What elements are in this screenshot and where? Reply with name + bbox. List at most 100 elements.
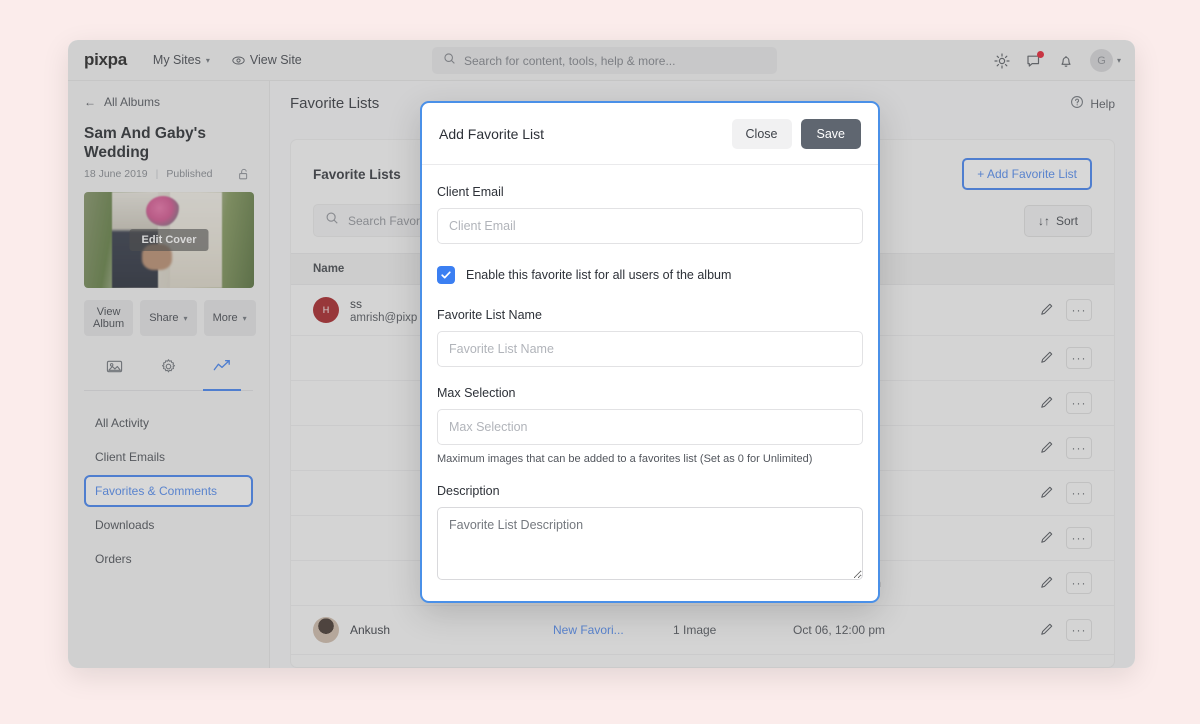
top-bar-actions: G ▾ bbox=[994, 40, 1121, 81]
page-title: Favorite Lists bbox=[290, 95, 380, 112]
more-button[interactable]: More ▾ bbox=[203, 300, 256, 337]
edit-pencil-icon[interactable] bbox=[1040, 350, 1054, 367]
back-to-all-albums[interactable]: ← All Albums bbox=[84, 95, 253, 109]
sidebar-item-all-activity[interactable]: All Activity bbox=[84, 407, 253, 439]
max-selection-input[interactable] bbox=[437, 409, 863, 445]
sidebar-item-label: Favorites & Comments bbox=[95, 484, 218, 499]
nav-my-sites-label: My Sites bbox=[152, 53, 201, 67]
client-email-input[interactable] bbox=[437, 208, 863, 244]
modal-body: Client Email Enable this favorite list f… bbox=[422, 165, 878, 601]
sidebar-item-label: All Activity bbox=[95, 416, 150, 431]
album-status: Published bbox=[166, 168, 213, 181]
row-actions: ··· bbox=[1026, 437, 1092, 460]
sort-label: Sort bbox=[1055, 213, 1078, 228]
description-group: Description bbox=[437, 484, 863, 585]
favorite-list-link[interactable]: New Favori... bbox=[553, 623, 624, 637]
edit-pencil-icon[interactable] bbox=[1040, 485, 1054, 502]
max-selection-label: Max Selection bbox=[437, 386, 516, 400]
user-email: amrish@pixp bbox=[350, 312, 418, 325]
avatar: H bbox=[313, 297, 339, 324]
row-more-button[interactable]: ··· bbox=[1066, 392, 1092, 415]
edit-pencil-icon[interactable] bbox=[1040, 530, 1054, 547]
cell-actions: ··· bbox=[1004, 470, 1114, 517]
view-album-button[interactable]: View Album bbox=[84, 300, 134, 337]
enable-for-all-users-row: Enable this favorite list for all users … bbox=[437, 266, 863, 284]
settings-tab[interactable] bbox=[150, 350, 187, 391]
table-row[interactable]: Ankush New Favori... 1 Image Oct 06, 12:… bbox=[291, 605, 1114, 656]
row-more-button[interactable]: ··· bbox=[1066, 482, 1092, 505]
sidebar-item-label: Client Emails bbox=[95, 450, 166, 465]
cover-bouquet bbox=[146, 196, 180, 227]
announcement-icon[interactable] bbox=[1026, 50, 1044, 69]
sun-icon[interactable] bbox=[994, 52, 1010, 69]
sidebar-item-label: Downloads bbox=[95, 518, 155, 533]
sort-arrows-icon: ↓↑ bbox=[1037, 213, 1050, 228]
row-actions: ··· bbox=[1026, 572, 1092, 595]
favorite-list-name-label: Favorite List Name bbox=[437, 308, 542, 322]
row-more-button[interactable]: ··· bbox=[1066, 619, 1092, 642]
analytics-tab[interactable] bbox=[203, 350, 241, 392]
edit-pencil-icon[interactable] bbox=[1040, 575, 1054, 592]
avatar bbox=[313, 617, 339, 644]
cell-name: Ankush bbox=[291, 605, 531, 656]
save-button[interactable]: Save bbox=[800, 118, 861, 149]
row-actions: ··· bbox=[1026, 347, 1092, 370]
global-search[interactable]: Search for content, tools, help & more..… bbox=[432, 47, 777, 74]
share-button[interactable]: Share ▾ bbox=[140, 300, 197, 337]
search-icon bbox=[443, 52, 456, 70]
help-button[interactable]: Help bbox=[1070, 95, 1115, 112]
sidebar-item-downloads[interactable]: Downloads bbox=[84, 509, 253, 541]
max-selection-group: Max Selection Maximum images that can be… bbox=[437, 386, 863, 465]
brand-logo[interactable]: pixpa bbox=[84, 50, 127, 70]
sidebar-item-orders[interactable]: Orders bbox=[84, 543, 253, 575]
panel-title: Favorite Lists bbox=[313, 166, 401, 182]
gear-icon bbox=[160, 359, 177, 379]
unlock-icon[interactable] bbox=[237, 167, 251, 184]
max-selection-hint: Maximum images that can be added to a fa… bbox=[437, 453, 813, 465]
enable-for-all-users-checkbox[interactable] bbox=[437, 266, 455, 284]
chevron-down-icon: ▾ bbox=[242, 313, 247, 323]
meta-separator: | bbox=[155, 168, 159, 181]
row-actions: ··· bbox=[1026, 619, 1092, 642]
row-actions: ··· bbox=[1026, 527, 1092, 550]
modal-actions: Close Save bbox=[731, 118, 861, 149]
edit-pencil-icon[interactable] bbox=[1040, 440, 1054, 457]
edit-cover-button[interactable]: Edit Cover bbox=[129, 229, 209, 252]
nav-my-sites[interactable]: My Sites ▾ bbox=[153, 53, 210, 67]
nav-view-site[interactable]: View Site bbox=[232, 53, 302, 67]
row-more-button[interactable]: ··· bbox=[1066, 347, 1092, 370]
share-label: Share bbox=[149, 312, 179, 325]
bell-icon[interactable] bbox=[1058, 53, 1074, 69]
favorite-list-name-input[interactable] bbox=[437, 331, 863, 367]
cell-date: Oct 06, 12:00 pm bbox=[771, 605, 1004, 656]
user-name: ss bbox=[350, 297, 362, 311]
user-info: ss amrish@pixp bbox=[350, 296, 417, 324]
row-more-button[interactable]: ··· bbox=[1066, 572, 1092, 595]
edit-pencil-icon[interactable] bbox=[1040, 395, 1054, 412]
edit-pencil-icon[interactable] bbox=[1040, 622, 1054, 639]
cell-actions: ··· bbox=[1004, 560, 1114, 607]
close-button[interactable]: Close bbox=[731, 118, 792, 149]
row-more-button[interactable]: ··· bbox=[1066, 527, 1092, 550]
avatar: G bbox=[1089, 49, 1113, 72]
chart-line-icon bbox=[213, 360, 231, 379]
sidebar-item-client-emails[interactable]: Client Emails bbox=[84, 441, 253, 473]
row-more-button[interactable]: ··· bbox=[1066, 299, 1092, 322]
description-textarea[interactable] bbox=[437, 507, 863, 580]
edit-pencil-icon[interactable] bbox=[1040, 302, 1054, 319]
screenshot-root: pixpa My Sites ▾ View Site Search for co… bbox=[0, 0, 1200, 724]
account-menu[interactable]: G ▾ bbox=[1089, 49, 1121, 72]
client-email-label: Client Email bbox=[437, 185, 504, 199]
top-navigation: My Sites ▾ View Site bbox=[153, 53, 302, 67]
sort-button[interactable]: ↓↑ Sort bbox=[1023, 204, 1092, 237]
cell-list: New Favori... bbox=[531, 605, 651, 656]
chevron-down-icon: ▾ bbox=[1116, 56, 1121, 65]
cell-actions: ··· bbox=[1004, 605, 1114, 656]
images-tab[interactable] bbox=[96, 350, 133, 391]
row-more-button[interactable]: ··· bbox=[1066, 437, 1092, 460]
album-cover[interactable]: Edit Cover bbox=[84, 192, 254, 289]
description-label: Description bbox=[437, 484, 500, 498]
client-email-group: Client Email bbox=[437, 185, 863, 244]
sidebar-item-favorites-comments[interactable]: Favorites & Comments bbox=[84, 475, 253, 508]
add-favorite-list-button[interactable]: + Add Favorite List bbox=[962, 158, 1092, 190]
